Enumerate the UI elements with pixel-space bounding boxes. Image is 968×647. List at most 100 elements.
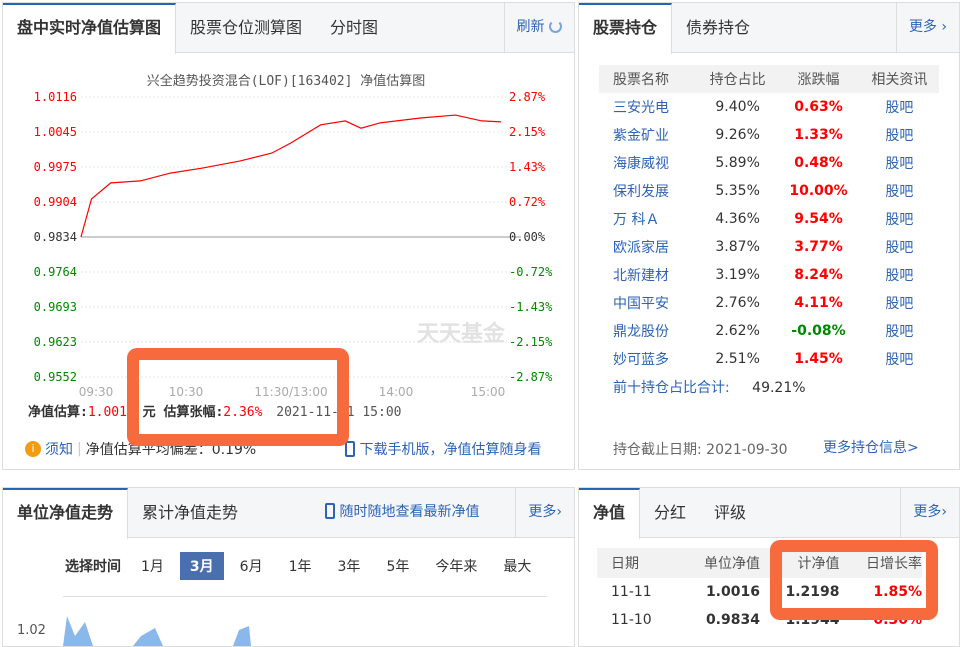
y-right-tick: -2.15% (509, 335, 553, 349)
nav-header: 单位净值 (703, 556, 760, 572)
info-icon: i (25, 441, 41, 457)
highlight-box (127, 348, 349, 446)
guba-link[interactable]: 股吧 (860, 121, 939, 149)
y-left-tick: 1.0045 (34, 125, 77, 139)
period-selector: 选择时间 1月 3月 6月 1年 3年 5年 今年来 最大 (65, 552, 547, 580)
table-row: 中国平安 2.76% 4.11% 股吧 (599, 289, 939, 317)
change: 3.77% (794, 239, 843, 255)
change: 1.45% (794, 351, 843, 367)
guba-link[interactable]: 股吧 (860, 149, 939, 177)
weight: 5.89% (715, 155, 760, 171)
stock-name-link[interactable]: 三安光电 (599, 93, 698, 121)
stock-name-link[interactable]: 鼎龙股份 (599, 317, 698, 345)
holdings-more-link[interactable]: 更多 › (895, 3, 959, 52)
y-right-tick: 2.15% (509, 125, 546, 139)
y-right-tick: -1.43% (509, 300, 553, 314)
change: 0.63% (794, 99, 843, 115)
period-option[interactable]: 1年 (279, 552, 322, 580)
phone-icon (325, 503, 335, 519)
guba-link[interactable]: 股吧 (860, 289, 939, 317)
summary-label: 净值估算: (28, 405, 88, 420)
tab-realtime-estimate[interactable]: 盘中实时净值估算图 (3, 3, 177, 54)
y-left-tick: 0.9834 (34, 230, 77, 244)
period-option[interactable]: 今年来 (425, 552, 487, 580)
y-left-tick: 0.9693 (34, 300, 77, 314)
tab-nav[interactable]: 净值 (579, 488, 641, 539)
guba-link[interactable]: 股吧 (860, 233, 939, 261)
tab-position-estimate[interactable]: 股票仓位测算图 (176, 3, 316, 52)
weight: 9.26% (715, 127, 760, 143)
y-left-tick: 1.0116 (34, 90, 77, 104)
period-option[interactable]: 6月 (230, 552, 273, 580)
stock-name-link[interactable]: 中国平安 (599, 289, 698, 317)
period-option[interactable]: 1月 (131, 552, 174, 580)
guba-link[interactable]: 股吧 (860, 317, 939, 345)
download-link[interactable]: 下载手机版，净值估算随身看 (345, 439, 541, 459)
y-right-tick: -2.87% (509, 370, 553, 384)
nav-more-link[interactable]: 更多› (900, 488, 959, 537)
change: 10.00% (789, 183, 848, 199)
trend-panel: 单位净值走势 累计净值走势 随时随地查看最新净值 更多› 选择时间 1月 3月 6月… (2, 487, 575, 647)
estimate-line (80, 114, 502, 238)
weight: 4.36% (715, 211, 760, 227)
period-option[interactable]: 3月 (179, 552, 224, 580)
stock-name-link[interactable]: 北新建材 (599, 261, 698, 289)
refresh-button[interactable]: 刷新 (503, 3, 574, 52)
change: -0.08% (791, 323, 846, 339)
x-tick: 15:00 (471, 385, 506, 399)
tab-unit-nav-trend[interactable]: 单位净值走势 (3, 488, 129, 539)
notice-link[interactable]: 须知 (45, 439, 73, 459)
guba-link[interactable]: 股吧 (860, 93, 939, 121)
stock-name-link[interactable]: 海康威视 (599, 149, 698, 177)
highlight-box (770, 540, 938, 620)
app-link[interactable]: 随时随地查看最新净值 (325, 488, 479, 537)
stock-name-link[interactable]: 紫金矿业 (599, 121, 698, 149)
y-right-tick: 2.87% (509, 90, 546, 104)
nav-date: 11-10 (611, 612, 652, 628)
holdings-table: 股票名称 持仓占比 涨跌幅 相关资讯 三安光电 9.40% 0.63% 股吧 紫金矿业… (599, 65, 939, 373)
guba-link[interactable]: 股吧 (860, 205, 939, 233)
tab-bond-holdings[interactable]: 债券持仓 (672, 3, 764, 52)
weight: 3.19% (715, 267, 760, 283)
guba-link[interactable]: 股吧 (860, 177, 939, 205)
tab-rating[interactable]: 评级 (700, 488, 760, 537)
period-option[interactable]: 最大 (493, 552, 541, 580)
table-row: 紫金矿业 9.26% 1.33% 股吧 (599, 121, 939, 149)
trend-more-link[interactable]: 更多› (515, 488, 574, 537)
x-tick: 09:30 (79, 385, 114, 399)
tab-dividend[interactable]: 分红 (640, 488, 700, 537)
table-row: 鼎龙股份 2.62% -0.08% 股吧 (599, 317, 939, 345)
guba-link[interactable]: 股吧 (860, 345, 939, 373)
top10-total: 前十持仓占比合计: 49.21% (613, 380, 806, 396)
y-left-tick: 0.9552 (34, 370, 77, 384)
period-option[interactable]: 5年 (376, 552, 419, 580)
stock-name-link[interactable]: 妙可蓝多 (599, 345, 698, 373)
stock-name-link[interactable]: 万 科Ａ (599, 205, 698, 233)
change: 1.33% (794, 127, 843, 143)
holdings-header: 股票名称 (613, 72, 669, 88)
tab-stock-holdings[interactable]: 股票持仓 (579, 3, 673, 54)
change: 4.11% (794, 295, 843, 311)
holdings-header: 涨跌幅 (797, 72, 840, 88)
download-label: 下载手机版，净值估算随身看 (359, 442, 542, 458)
tab-cumulative-nav-trend[interactable]: 累计净值走势 (128, 488, 252, 537)
stock-name-link[interactable]: 欧派家居 (599, 233, 698, 261)
refresh-label: 刷新 (516, 19, 545, 35)
weight: 5.35% (715, 183, 760, 199)
table-row: 三安光电 9.40% 0.63% 股吧 (599, 93, 939, 121)
more-holdings-link[interactable]: 更多持仓信息> (823, 437, 919, 457)
estimate-tabs: 盘中实时净值估算图 股票仓位测算图 分时图 刷新 (3, 3, 574, 54)
weight: 9.40% (715, 99, 760, 115)
weight: 3.87% (715, 239, 760, 255)
y-left-tick: 0.9975 (34, 160, 77, 174)
tab-intraday[interactable]: 分时图 (316, 3, 392, 52)
y-right-tick: 0.72% (509, 195, 546, 209)
weight: 2.76% (715, 295, 760, 311)
x-tick: 14:00 (379, 385, 414, 399)
table-row: 万 科Ａ 4.36% 9.54% 股吧 (599, 205, 939, 233)
guba-link[interactable]: 股吧 (860, 261, 939, 289)
refresh-icon (549, 20, 562, 33)
period-option[interactable]: 3年 (328, 552, 371, 580)
stock-name-link[interactable]: 保利发展 (599, 177, 698, 205)
change: 8.24% (794, 267, 843, 283)
